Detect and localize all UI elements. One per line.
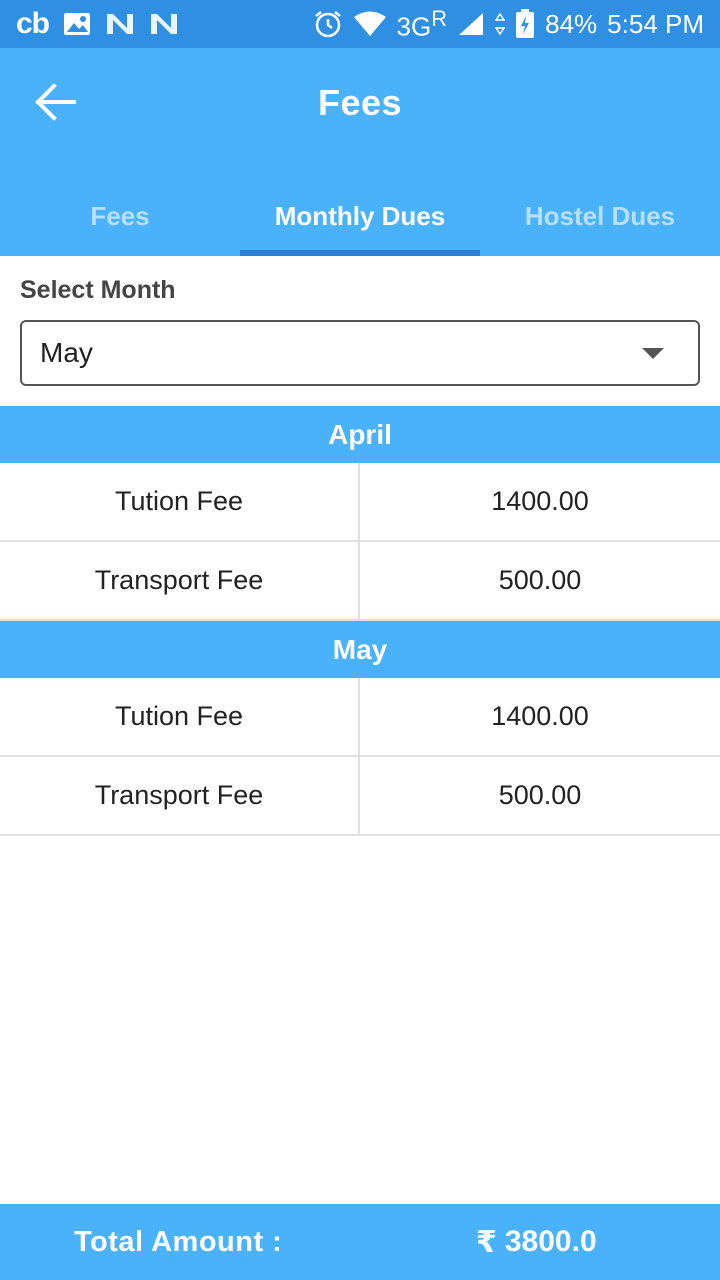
table-row: Tution Fee 1400.00 bbox=[0, 463, 720, 542]
select-month-label: Select Month bbox=[20, 276, 176, 304]
table-row: Transport Fee 500.00 bbox=[0, 757, 720, 836]
total-amount-value: ₹ 3800.0 bbox=[476, 1225, 597, 1260]
clock: 5:54 PM bbox=[607, 8, 704, 39]
tab-monthly-dues[interactable]: Monthly Dues bbox=[240, 176, 480, 256]
table-row: Transport Fee 500.00 bbox=[0, 542, 720, 621]
app-bar: Fees Fees Monthly Dues Hostel Dues bbox=[0, 48, 720, 256]
status-bar: cb 3GR 84% 5:54 PM bbox=[0, 0, 720, 48]
data-arrows-icon bbox=[495, 13, 506, 35]
n-app-icon bbox=[105, 12, 135, 36]
battery-charging-icon bbox=[515, 9, 535, 39]
signal-icon bbox=[457, 11, 485, 37]
wifi-icon bbox=[353, 10, 387, 38]
fee-name: Transport Fee bbox=[0, 542, 360, 619]
chevron-down-icon bbox=[642, 347, 664, 359]
total-amount-label: Total Amount : bbox=[74, 1225, 283, 1258]
fee-name: Tution Fee bbox=[0, 678, 360, 755]
month-dropdown[interactable]: May bbox=[20, 320, 700, 386]
network-type: 3GR bbox=[396, 5, 448, 42]
total-amount: 3800.0 bbox=[504, 1225, 597, 1258]
month-header-may: May bbox=[0, 621, 720, 678]
fee-amount: 1400.00 bbox=[491, 701, 589, 731]
month-header-april: April bbox=[0, 406, 720, 463]
cb-app-icon: cb bbox=[16, 7, 50, 40]
tab-fees[interactable]: Fees bbox=[0, 176, 240, 256]
fee-name: Transport Fee bbox=[0, 757, 360, 834]
table-row: Tution Fee 1400.00 bbox=[0, 678, 720, 757]
tab-bar: Fees Monthly Dues Hostel Dues bbox=[0, 176, 720, 256]
fee-amount: 500.00 bbox=[498, 780, 582, 810]
tab-hostel-dues[interactable]: Hostel Dues bbox=[480, 176, 720, 256]
rupee-icon: ₹ bbox=[476, 1225, 497, 1259]
fee-table: April Tution Fee 1400.00 Transport Fee 5… bbox=[0, 406, 720, 836]
image-icon bbox=[63, 12, 91, 36]
battery-percent: 84% bbox=[545, 8, 598, 39]
alarm-icon bbox=[313, 9, 343, 39]
page-title: Fees bbox=[317, 82, 403, 123]
fee-amount: 500.00 bbox=[498, 565, 582, 595]
fee-name: Tution Fee bbox=[0, 463, 360, 540]
n-app-icon bbox=[149, 12, 179, 36]
month-dropdown-value: May bbox=[40, 337, 93, 368]
fee-amount: 1400.00 bbox=[491, 486, 589, 516]
total-footer: Total Amount : ₹ 3800.0 bbox=[0, 1204, 720, 1280]
